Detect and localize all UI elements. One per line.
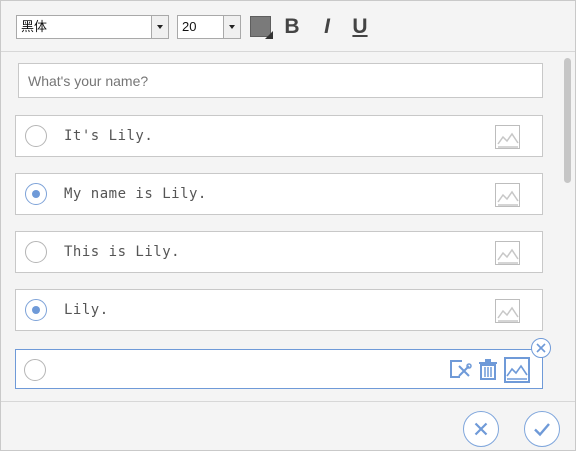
answer-radio[interactable] <box>24 359 46 381</box>
trash-icon[interactable] <box>476 357 500 381</box>
image-icon[interactable] <box>495 183 520 207</box>
answer-option-editing[interactable] <box>15 349 543 389</box>
remove-option-button[interactable] <box>531 338 551 358</box>
image-glyph <box>497 190 519 206</box>
chevron-down-icon[interactable] <box>151 16 168 38</box>
answer-option[interactable]: It's Lily. <box>15 115 543 157</box>
image-icon[interactable] <box>495 241 520 265</box>
question-input[interactable] <box>18 63 543 98</box>
vertical-scrollbar[interactable] <box>559 53 575 401</box>
cancel-button[interactable] <box>463 411 499 447</box>
italic-button[interactable]: I <box>316 14 338 40</box>
crop-glyph <box>450 360 472 378</box>
scroll-thumb[interactable] <box>564 58 571 183</box>
font-size-value: 20 <box>182 19 197 34</box>
font-family-value: 黑体 <box>21 19 48 34</box>
answer-option[interactable]: My name is Lily. <box>15 173 543 215</box>
checkmark-icon <box>534 423 550 437</box>
editor-window: 黑体 20 B I U It's Lily. My name is Lily. <box>0 0 576 451</box>
answer-label[interactable]: It's Lily. <box>64 116 153 156</box>
answer-label[interactable]: My name is Lily. <box>64 174 207 214</box>
chevron-down-icon[interactable] <box>223 16 240 38</box>
formatting-toolbar: 黑体 20 B I U <box>1 1 575 52</box>
crop-icon[interactable] <box>448 357 472 381</box>
underline-button[interactable]: U <box>349 14 371 40</box>
answer-radio[interactable] <box>25 241 47 263</box>
answer-option[interactable]: Lily. <box>15 289 543 331</box>
option-edit-tools <box>448 357 538 383</box>
answer-label[interactable]: This is Lily. <box>64 232 180 272</box>
image-glyph <box>497 248 519 264</box>
close-icon <box>536 343 546 353</box>
answer-radio-checked[interactable] <box>25 299 47 321</box>
image-glyph <box>497 132 519 148</box>
image-icon[interactable] <box>495 125 520 149</box>
image-glyph <box>504 357 530 383</box>
question-editor: It's Lily. My name is Lily. This is Lily… <box>1 53 575 401</box>
answer-radio-checked[interactable] <box>25 183 47 205</box>
bold-button[interactable]: B <box>281 14 303 40</box>
font-family-select[interactable]: 黑体 <box>16 15 169 39</box>
image-glyph <box>497 306 519 322</box>
font-size-select[interactable]: 20 <box>177 15 241 39</box>
image-icon[interactable] <box>495 299 520 323</box>
answer-label[interactable]: Lily. <box>64 290 109 330</box>
close-icon <box>474 422 488 436</box>
confirm-button[interactable] <box>524 411 560 447</box>
image-icon[interactable] <box>504 357 530 383</box>
text-color-button[interactable] <box>250 16 273 39</box>
answer-radio[interactable] <box>25 125 47 147</box>
trash-glyph <box>479 359 497 380</box>
answer-option[interactable]: This is Lily. <box>15 231 543 273</box>
dialog-footer <box>1 401 575 450</box>
